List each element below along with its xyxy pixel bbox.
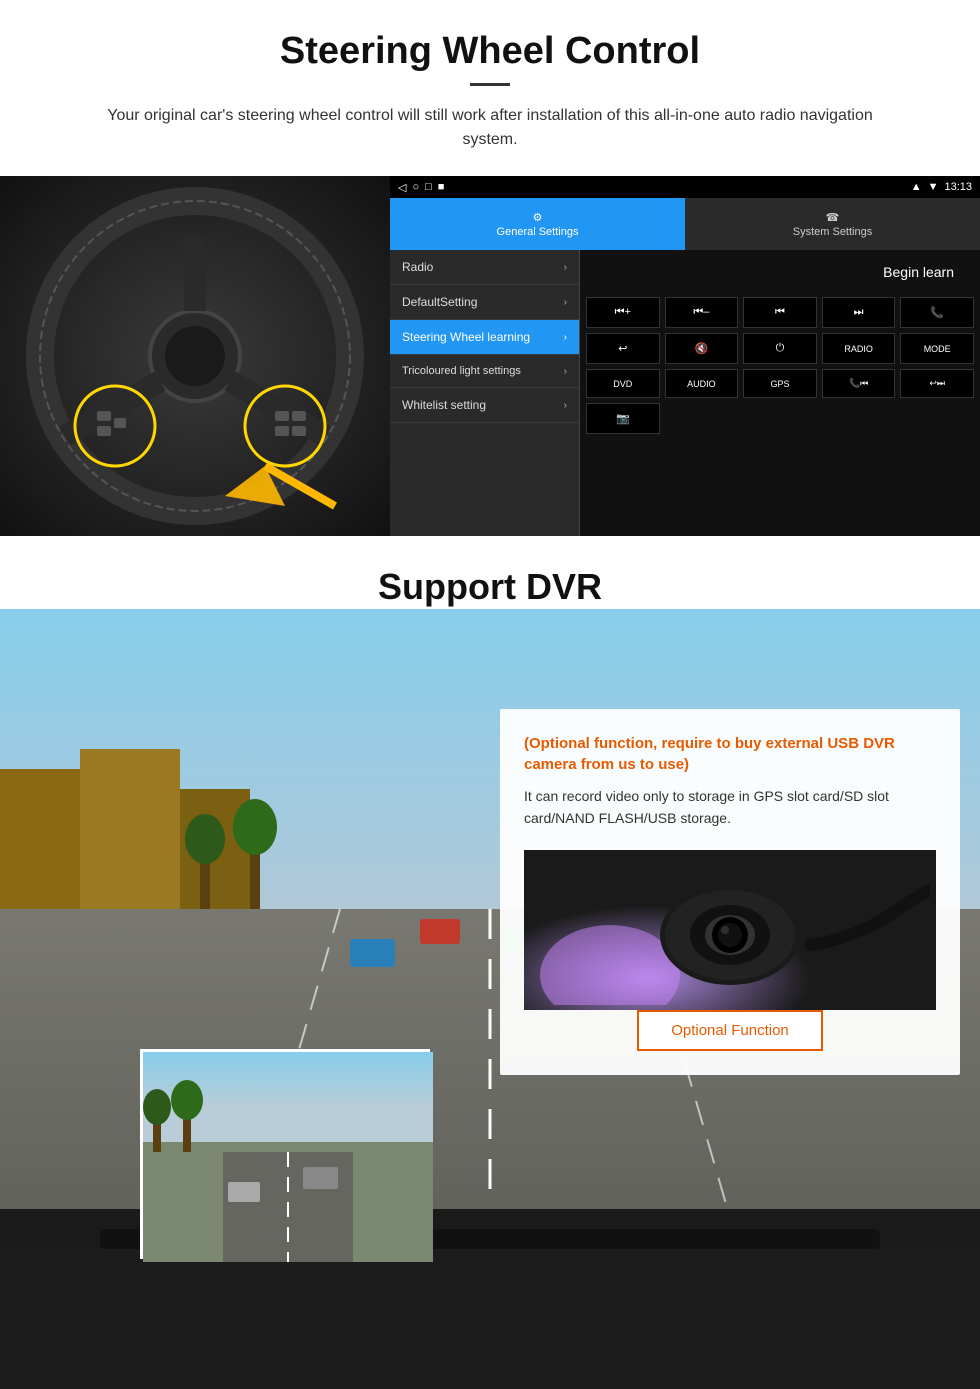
menu-whitelist-label: Whitelist setting xyxy=(402,398,486,412)
menu-default-label: DefaultSetting xyxy=(402,295,477,309)
btn-prev[interactable]: ⏮ xyxy=(743,297,817,328)
steering-title: Steering Wheel Control xyxy=(40,30,940,73)
btn-radio[interactable]: RADIO xyxy=(822,333,896,364)
dvr-optional-text: (Optional function, require to buy exter… xyxy=(524,733,936,775)
steering-wheel-svg xyxy=(25,186,365,526)
system-label: System Settings xyxy=(793,226,872,238)
steering-bg xyxy=(0,176,390,536)
title-divider xyxy=(470,83,510,86)
menu-tricoloured[interactable]: Tricoloured light settings › xyxy=(390,355,579,388)
btn-gps[interactable]: GPS xyxy=(743,369,817,398)
btn-phone-prev[interactable]: 📞⏮ xyxy=(822,369,896,398)
dvr-camera-image xyxy=(524,850,936,1010)
status-time: 13:13 xyxy=(944,181,972,193)
general-icon: ⚙ xyxy=(533,211,543,224)
menu-steering-arrow: › xyxy=(564,332,567,343)
menu-default[interactable]: DefaultSetting › xyxy=(390,285,579,320)
status-signal: ▲ xyxy=(911,181,922,193)
menu-list: Radio › DefaultSetting › Steering Wheel … xyxy=(390,250,580,536)
optional-function-button[interactable]: Optional Function xyxy=(637,1010,823,1051)
steering-content: ◁ ○ □ ■ ▲ ▼ 13:13 ⚙ General Settings ☎ S… xyxy=(0,176,980,536)
dvr-camera-svg xyxy=(530,855,930,1005)
btn-mode[interactable]: MODE xyxy=(900,333,974,364)
statusbar: ◁ ○ □ ■ ▲ ▼ 13:13 xyxy=(390,176,980,198)
control-button-grid: ⏮+ ⏮– ⏮ ⏭ 📞 ↩ 🔇 ⏻ RADIO MODE DVD AUDIO G… xyxy=(586,297,974,434)
nav-recent: □ xyxy=(425,181,432,193)
dvr-preview-svg xyxy=(143,1052,433,1262)
btn-back-next[interactable]: ↩⏭ xyxy=(900,369,974,398)
steering-wheel-image xyxy=(0,176,390,536)
menu-radio-label: Radio xyxy=(402,260,433,274)
btn-phone[interactable]: 📞 xyxy=(900,297,974,328)
menu-whitelist[interactable]: Whitelist setting › xyxy=(390,388,579,423)
dvr-desc-text: It can record video only to storage in G… xyxy=(524,785,936,830)
dvr-background: (Optional function, require to buy exter… xyxy=(0,609,980,1389)
btn-vol-minus[interactable]: ⏮– xyxy=(665,297,739,328)
menu-default-arrow: › xyxy=(564,297,567,308)
menu-radio[interactable]: Radio › xyxy=(390,250,579,285)
menu-radio-arrow: › xyxy=(564,262,567,273)
android-panel: ◁ ○ □ ■ ▲ ▼ 13:13 ⚙ General Settings ☎ S… xyxy=(390,176,980,536)
menu-steering-learning[interactable]: Steering Wheel learning › xyxy=(390,320,579,355)
nav-back: ◁ xyxy=(398,181,406,194)
begin-learn-button[interactable]: Begin learn xyxy=(863,256,974,288)
steering-section: Steering Wheel Control Your original car… xyxy=(0,0,980,152)
btn-dvd[interactable]: DVD xyxy=(586,369,660,398)
tab-general[interactable]: ⚙ General Settings xyxy=(390,198,685,250)
dvr-section: Support DVR xyxy=(0,536,980,1389)
menu-whitelist-arrow: › xyxy=(564,400,567,411)
menu-steering-label: Steering Wheel learning xyxy=(402,330,530,344)
tab-system[interactable]: ☎ System Settings xyxy=(685,198,980,250)
right-control-panel: Begin learn ⏮+ ⏮– ⏮ ⏭ 📞 ↩ 🔇 ⏻ RADIO MODE… xyxy=(580,250,980,536)
dvr-title: Support DVR xyxy=(0,536,980,616)
status-wifi: ▼ xyxy=(928,181,939,193)
btn-next[interactable]: ⏭ xyxy=(822,297,896,328)
dvr-info-box: (Optional function, require to buy exter… xyxy=(500,709,960,1075)
nav-home: ○ xyxy=(412,181,419,193)
nav-menu: ■ xyxy=(438,181,445,193)
system-icon: ☎ xyxy=(826,211,840,224)
steering-subtitle: Your original car's steering wheel contr… xyxy=(80,104,900,152)
btn-back[interactable]: ↩ xyxy=(586,333,660,364)
btn-camera[interactable]: 📷 xyxy=(586,403,660,434)
btn-vol-plus[interactable]: ⏮+ xyxy=(586,297,660,328)
begin-learn-row: Begin learn xyxy=(586,256,974,292)
dvr-small-preview xyxy=(140,1049,430,1259)
btn-power[interactable]: ⏻ xyxy=(743,333,817,364)
btn-mute[interactable]: 🔇 xyxy=(665,333,739,364)
menu-area: Radio › DefaultSetting › Steering Wheel … xyxy=(390,250,980,536)
android-tabs: ⚙ General Settings ☎ System Settings xyxy=(390,198,980,250)
btn-audio[interactable]: AUDIO xyxy=(665,369,739,398)
menu-tricoloured-arrow: › xyxy=(564,366,567,377)
general-label: General Settings xyxy=(497,226,579,238)
menu-tricoloured-label: Tricoloured light settings xyxy=(402,365,521,377)
